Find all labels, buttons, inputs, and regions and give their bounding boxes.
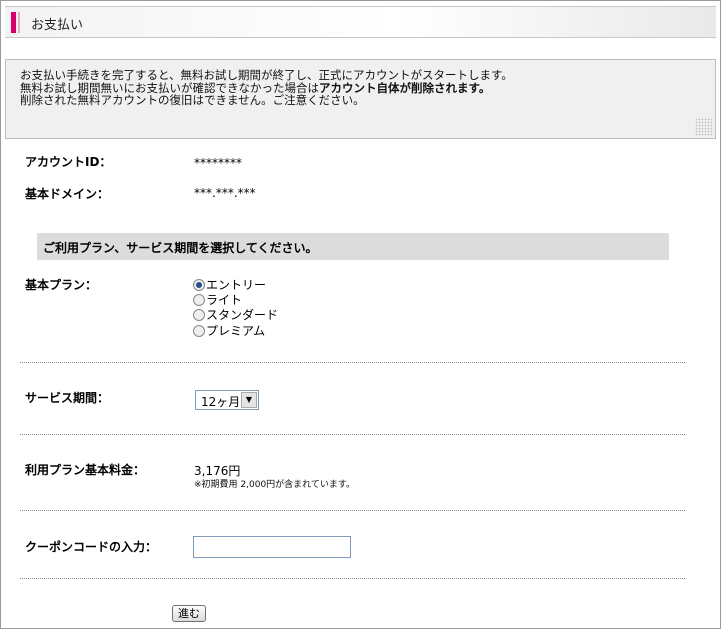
service-period-select[interactable]: 12ヶ月 ▼: [195, 390, 259, 410]
domain-label: 基本ドメイン：: [25, 187, 110, 201]
radio-checked-icon[interactable]: [193, 278, 205, 291]
plan-option-label: スタンダード: [206, 308, 279, 322]
service-period-label: サービス期間：: [25, 391, 110, 405]
page-title: お支払い: [31, 18, 84, 33]
header-accent-bar-light: [18, 12, 20, 33]
plan-section-header: ご利用プラン、サービス期間を選択してください。: [37, 233, 669, 260]
domain-value: ***.***.***: [194, 186, 256, 200]
coupon-label: クーポンコードの入力：: [25, 540, 158, 554]
radio-unchecked-icon[interactable]: [193, 293, 205, 306]
divider: [20, 578, 685, 579]
header-accent-bar: [11, 12, 16, 33]
plan-option-light[interactable]: ライト: [193, 292, 242, 307]
plan-label: 基本プラン：: [25, 278, 98, 292]
notice-dots-decoration: [695, 118, 713, 136]
dropdown-arrow-icon[interactable]: ▼: [241, 392, 257, 408]
plan-option-standard[interactable]: スタンダード: [193, 307, 278, 322]
fee-note: ※初期費用 2,000円が含まれています。: [194, 480, 355, 490]
notice-line-3: 削除された無料アカウントの復旧はできません。ご注意ください。: [20, 93, 365, 107]
page-frame: お支払い お支払い手続きを完了すると、無料お試し期間が終了し、正式にアカウントが…: [0, 0, 721, 629]
plan-option-label: プレミアム: [206, 324, 266, 338]
account-id-label: アカウントID：: [25, 155, 112, 169]
coupon-code-input[interactable]: [193, 536, 351, 558]
account-id-value: ********: [194, 156, 242, 170]
proceed-button[interactable]: 進む: [172, 605, 206, 622]
notice-text: お支払い手続きを完了すると、無料お試し期間が終了し、正式にアカウントがスタートし…: [20, 69, 705, 107]
divider: [20, 434, 685, 435]
radio-unchecked-icon[interactable]: [193, 324, 205, 337]
plan-section-title: ご利用プラン、サービス期間を選択してください。: [43, 241, 318, 255]
plan-option-entry[interactable]: エントリー: [193, 277, 266, 292]
divider: [20, 362, 685, 363]
plan-option-premium[interactable]: プレミアム: [193, 323, 265, 338]
service-period-selected: 12ヶ月: [201, 395, 241, 409]
radio-unchecked-icon[interactable]: [193, 308, 205, 321]
notice-box: お支払い手続きを完了すると、無料お試し期間が終了し、正式にアカウントがスタートし…: [5, 59, 716, 139]
section-header: お支払い: [5, 6, 716, 38]
fee-label: 利用プラン基本料金：: [25, 463, 146, 477]
divider: [20, 510, 685, 511]
